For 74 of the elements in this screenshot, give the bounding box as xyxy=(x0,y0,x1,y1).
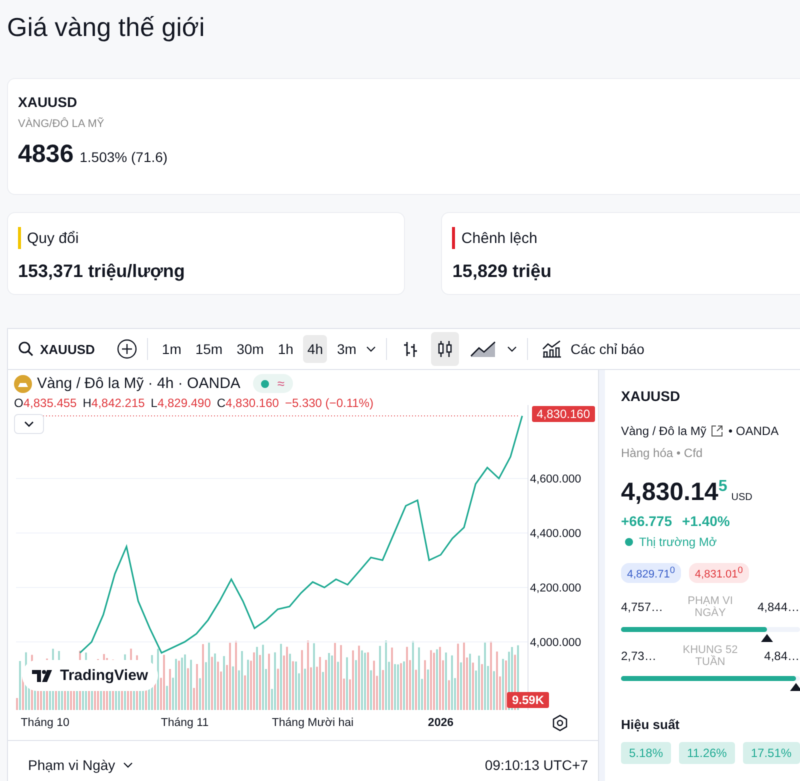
currency: USD xyxy=(731,492,752,503)
indicators-button[interactable]: Các chỉ báo xyxy=(538,334,648,364)
ohlc-value: H4,842.215 xyxy=(82,396,145,410)
card-label: Chênh lệch xyxy=(461,230,538,246)
logo-text: TradingView xyxy=(60,667,148,684)
settings-icon[interactable] xyxy=(551,714,569,732)
search-icon xyxy=(18,341,34,357)
subtitle: VÀNG/ĐÔ LA MỸ xyxy=(18,118,106,130)
card-label: Quy đổi xyxy=(27,230,79,246)
x-axis-label: Tháng Mười hai xyxy=(272,717,354,729)
y-axis-label: 4,600.000 xyxy=(530,474,582,486)
chart-title: Vàng / Đô la Mỹ · 4h · OANDA xyxy=(37,375,240,392)
ohlc-value: L4,829.490 xyxy=(150,396,211,410)
range-dropdown[interactable]: Phạm vi Ngày xyxy=(22,756,140,774)
interval-button[interactable]: 1m xyxy=(158,335,186,363)
range-low: 2,73… xyxy=(621,648,656,663)
price: 4836 xyxy=(18,140,74,169)
chevron-down-icon xyxy=(24,421,34,427)
candles-icon xyxy=(436,340,454,358)
status-pill: ≈ xyxy=(253,374,293,393)
chevron-down-icon[interactable] xyxy=(366,346,376,352)
add-icon[interactable] xyxy=(116,339,137,359)
y-axis-label: 4,400.000 xyxy=(530,528,582,540)
side-symbol: XAUUSD xyxy=(621,388,682,404)
y-axis-label: 4,200.000 xyxy=(530,582,582,594)
range-low: 4,757… xyxy=(621,600,664,614)
x-axis-label: 2026 xyxy=(428,717,454,729)
exchange: • OANDA xyxy=(728,424,779,438)
interval-button[interactable]: 30m xyxy=(232,335,268,363)
card-value: 15,829 triệu xyxy=(452,261,552,282)
performance-value: 11.26% xyxy=(679,742,735,764)
bid-price: 4,829.71$^{0}$ xyxy=(621,563,681,583)
interval-button[interactable]: 1h xyxy=(274,335,298,363)
ohlc-value: O4,835.455 xyxy=(14,396,77,410)
range-high: 4,844… xyxy=(758,600,800,614)
indicators-icon xyxy=(542,340,562,358)
ohlc-change: −5.330 (−0.11%) xyxy=(284,396,374,410)
interval-button[interactable]: 15m xyxy=(191,335,227,363)
performance-value: 5.18% xyxy=(621,742,672,764)
ask-price: 4,831.01$^{0}$ xyxy=(688,563,749,583)
interval-button[interactable]: 3m xyxy=(332,335,360,363)
ohlc-value: C4,830.160 xyxy=(216,396,279,410)
range-label: PHẠM VI NGÀY xyxy=(686,594,734,619)
instrument-name: Vàng / Đô la Mỹ xyxy=(621,424,706,438)
price-change: 1.503% (71.6) xyxy=(80,149,168,165)
chevron-down-icon xyxy=(123,762,134,768)
y-axis-label: 4,000.000 xyxy=(530,636,582,649)
price-tag: 4,830.160 xyxy=(532,406,595,422)
percent-change: +1.40% xyxy=(682,513,730,529)
market-status: Thị trường Mở xyxy=(639,535,717,549)
coin-icon xyxy=(14,374,32,392)
symbol: XAUUSD xyxy=(18,94,78,110)
range-high: 4,84… xyxy=(764,648,800,663)
range-label: KHUNG 52 TUẦN xyxy=(682,644,739,668)
clock: 09:10:13 UTC+7 xyxy=(484,756,588,772)
status-dot xyxy=(625,538,633,546)
area-chart-icon xyxy=(470,340,496,358)
interval-button[interactable]: 4h xyxy=(303,335,327,363)
category: Hàng hóa • Cfd xyxy=(621,446,704,460)
collapse-button[interactable] xyxy=(14,414,44,434)
symbol-search-button[interactable]: XAUUSD xyxy=(14,335,99,363)
performance-value: 17.51% xyxy=(742,742,800,764)
chevron-down-icon[interactable] xyxy=(507,346,518,352)
tradingview-logo[interactable]: TradingView xyxy=(22,660,158,691)
external-link-icon[interactable] xyxy=(711,425,724,437)
x-axis-label: Tháng 10 xyxy=(20,717,70,729)
price-change: +66.775 xyxy=(621,513,672,529)
performance-title: Hiệu suất xyxy=(621,716,681,732)
page-title: Giá vàng thế giới xyxy=(6,11,206,44)
volume-tag: 9.59K xyxy=(506,692,549,708)
card-value: 153,371 triệu/lượng xyxy=(18,261,186,282)
x-axis-label: Tháng 11 xyxy=(160,717,209,729)
logo-icon xyxy=(32,670,54,682)
chart-type-button[interactable] xyxy=(431,332,460,366)
